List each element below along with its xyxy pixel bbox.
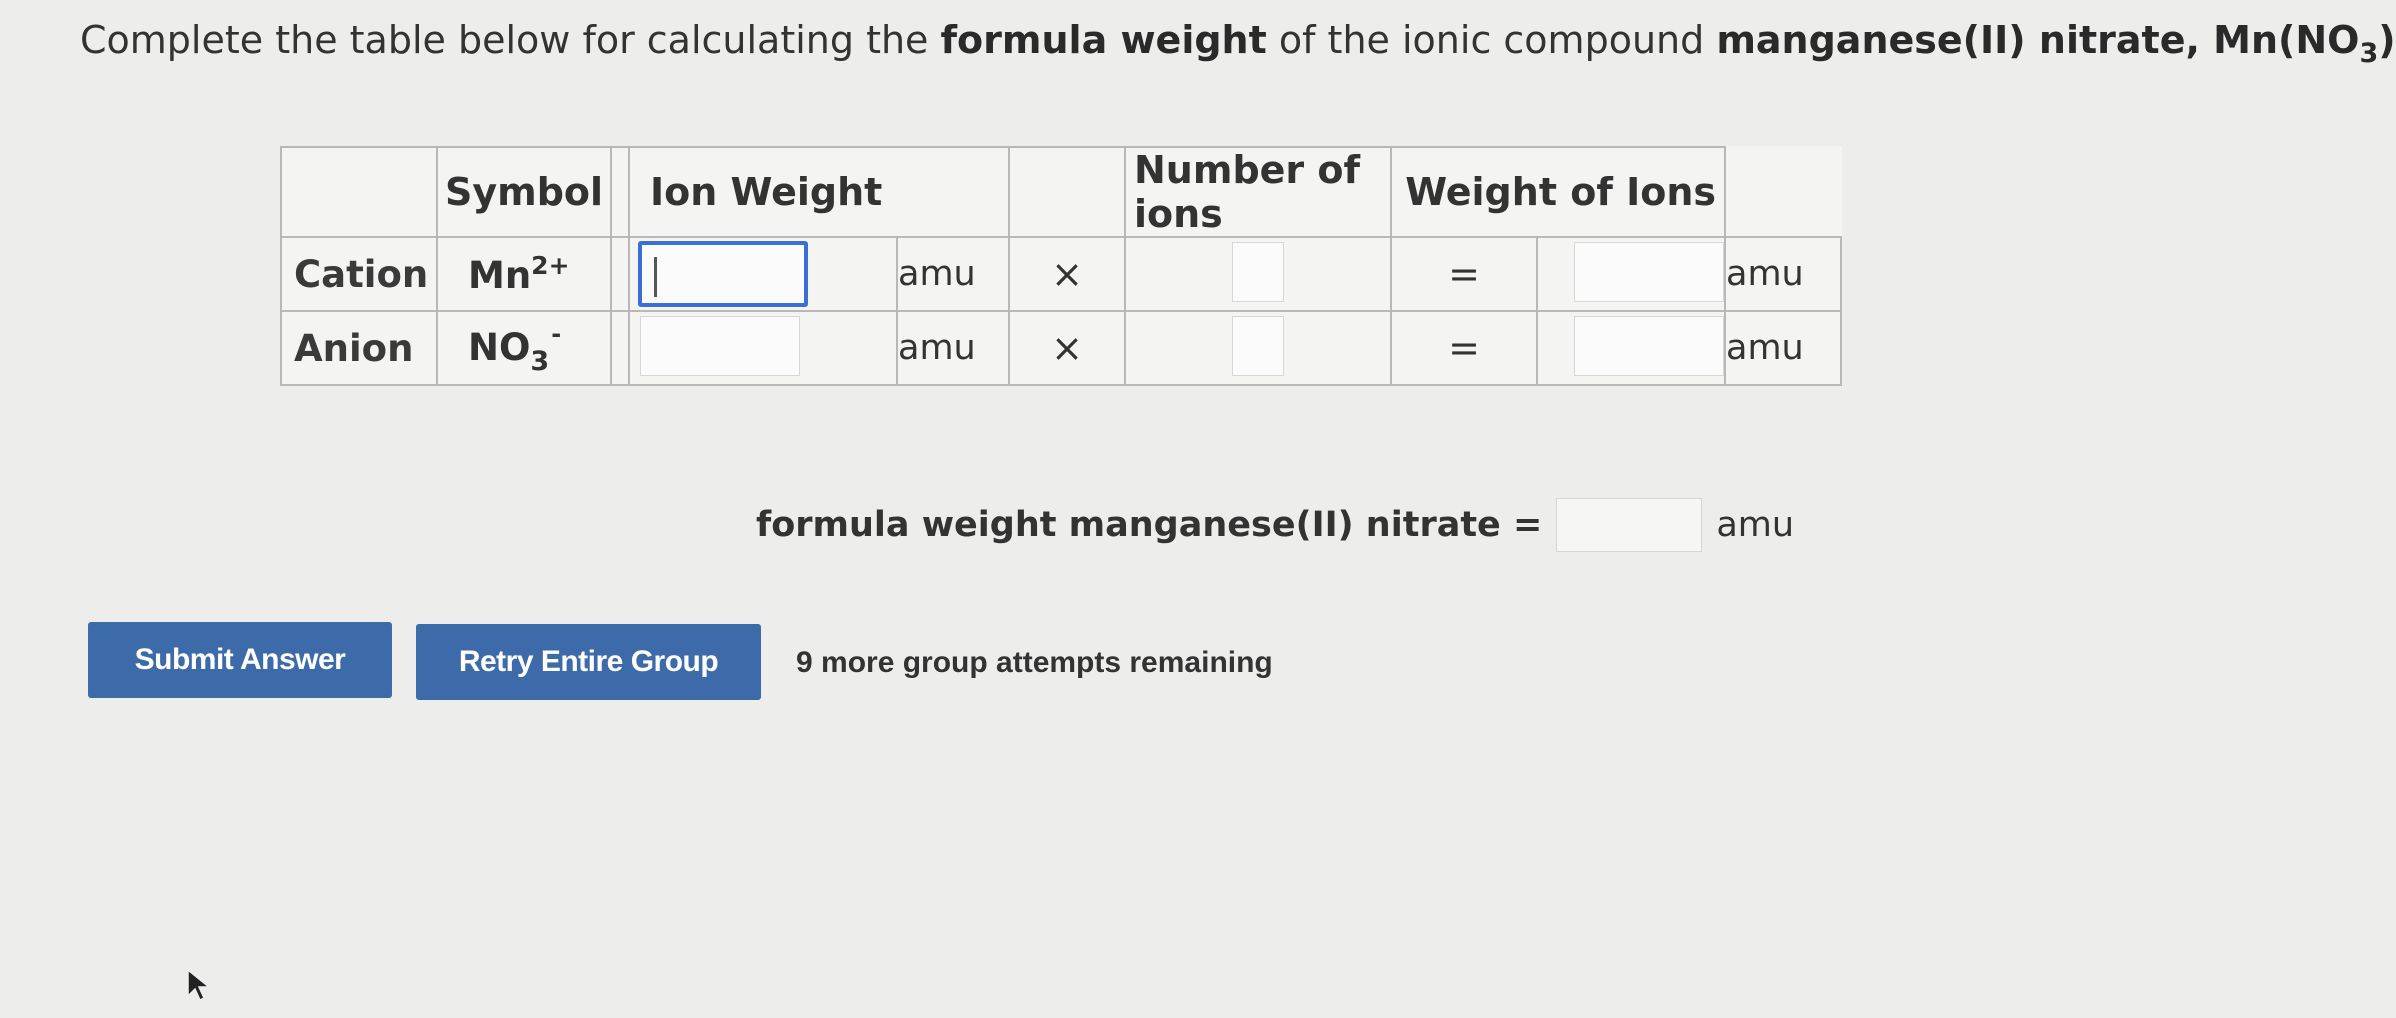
retry-entire-group-button[interactable]: Retry Entire Group (416, 624, 761, 700)
question-middle: of the ionic compound (1266, 18, 1717, 62)
anion-symbol-subscript: 3 (530, 345, 550, 377)
anion-symbol-base: NO (468, 325, 531, 369)
table-header-row: Symbol Ion Weight Number of ions Weight … (280, 146, 1841, 238)
cation-number-of-ions-input[interactable] (1232, 242, 1284, 302)
anion-number-cell (1124, 310, 1392, 386)
anion-equals-sign: = (1390, 310, 1538, 386)
question-prefix: Complete the table below for calculating… (80, 18, 941, 62)
cation-times-sign: × (1008, 236, 1126, 312)
submit-answer-button[interactable]: Submit Answer (88, 622, 392, 698)
cation-symbol-charge: 2+ (531, 251, 570, 280)
row-label-anion: Anion (280, 310, 438, 386)
cation-symbol: Mn2+ (436, 236, 612, 312)
anion-times-sign: × (1008, 310, 1126, 386)
formula-weight-line: formula weight manganese(II) nitrate = a… (756, 498, 1794, 552)
cation-weight-of-ions-input[interactable] (1574, 242, 1724, 302)
table-row: Cation Mn2+ amu × = amu (280, 236, 1842, 312)
header-number-of-ions: Number of ions (1124, 146, 1392, 238)
row-label-cation: Cation (280, 236, 438, 312)
question-compound-sub: 3 (2359, 38, 2379, 69)
cation-symbol-base: Mn (468, 254, 532, 297)
anion-ion-weight-cell (628, 310, 898, 386)
header-spacer (610, 146, 630, 238)
anion-ion-weight-input[interactable] (640, 316, 800, 376)
header-symbol: Symbol (436, 146, 612, 238)
question-bold-formula-weight: formula weight (940, 18, 1267, 62)
mouse-pointer-icon (187, 968, 212, 1002)
cation-ion-weight-unit: amu (896, 236, 1010, 312)
anion-weight-unit: amu (1724, 310, 1842, 386)
cation-weight-cell (1536, 236, 1726, 312)
attempts-remaining-text: 9 more group attempts remaining (796, 646, 1273, 679)
anion-ion-weight-unit: amu (896, 310, 1010, 386)
question-compound-close: ) (2378, 18, 2396, 62)
cation-ion-weight-cell (628, 236, 898, 312)
formula-weight-input[interactable] (1556, 498, 1703, 552)
anion-symbol-charge: - (551, 319, 562, 348)
anion-weight-of-ions-input[interactable] (1574, 316, 1724, 376)
text-caret (654, 257, 657, 297)
formula-weight-unit: amu (1716, 505, 1795, 545)
formula-weight-table: Symbol Ion Weight Number of ions Weight … (280, 146, 1842, 386)
anion-number-of-ions-input[interactable] (1232, 316, 1284, 376)
cation-equals-sign: = (1390, 236, 1538, 312)
anion-spacer (610, 310, 630, 386)
formula-weight-label: formula weight manganese(II) nitrate = (756, 505, 1543, 545)
header-ion-weight: Ion Weight (628, 146, 1010, 238)
question-text: Complete the table below for calculating… (80, 18, 2396, 69)
header-empty (280, 146, 438, 238)
header-weight-of-ions: Weight of Ions (1390, 146, 1726, 238)
question-compound-name: manganese(II) nitrate, Mn(NO (1716, 18, 2360, 62)
anion-symbol: NO3- (436, 310, 612, 386)
header-times-col (1008, 146, 1126, 238)
anion-weight-cell (1536, 310, 1726, 386)
question-compound: manganese(II) nitrate, Mn(NO3)2 (1716, 18, 2396, 69)
table-row: Anion NO3- amu × = amu (280, 310, 1842, 386)
cation-ion-weight-input[interactable] (638, 241, 808, 307)
cation-weight-unit: amu (1724, 236, 1842, 312)
cation-number-cell (1124, 236, 1392, 312)
cation-spacer (610, 236, 630, 312)
